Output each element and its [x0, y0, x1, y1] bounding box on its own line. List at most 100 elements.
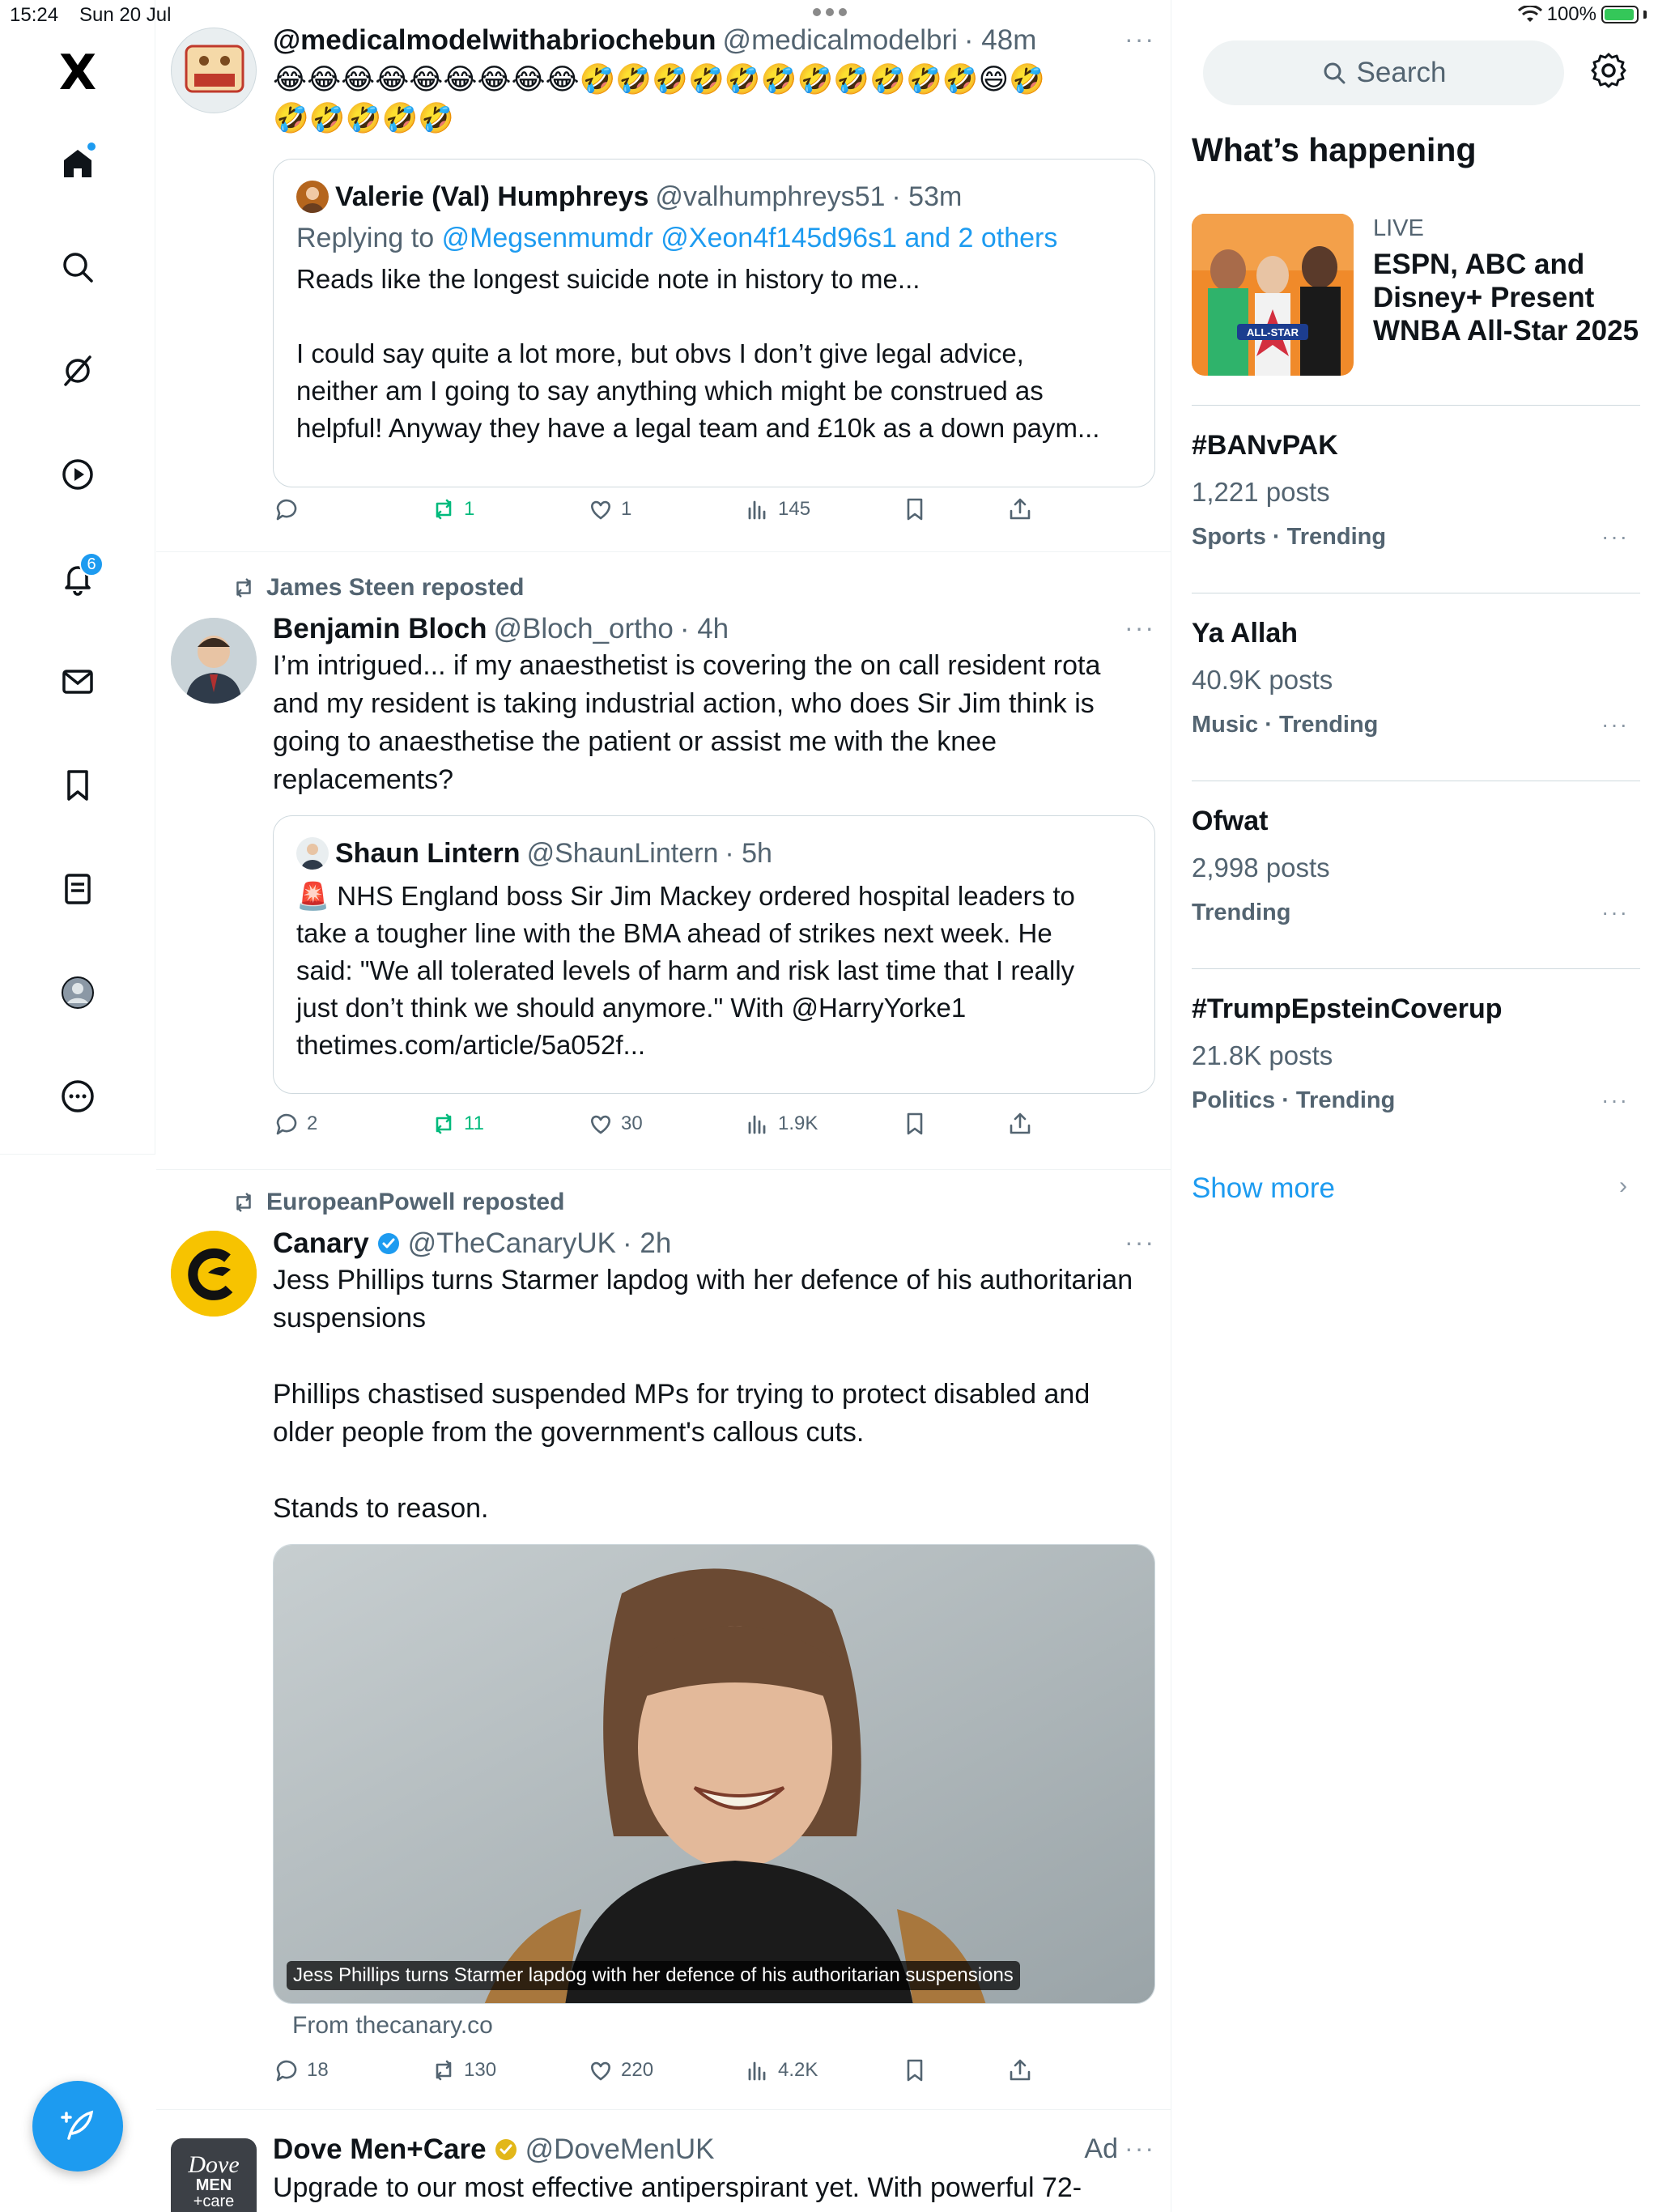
author-handle[interactable]: @DoveMenUK: [525, 2133, 715, 2166]
nav-explore[interactable]: [50, 240, 105, 295]
tweet-time[interactable]: · 2h: [623, 1227, 671, 1260]
nav-home[interactable]: [50, 136, 105, 191]
author-name[interactable]: Benjamin Bloch: [273, 613, 487, 645]
tweet-more-button[interactable]: ···: [1124, 2133, 1155, 2163]
live-label: LIVE: [1373, 215, 1424, 241]
reply-icon: [276, 2060, 297, 2082]
tweet-ad-dove[interactable]: Dove MEN +care Dove Men+Care @DoveMenUK …: [156, 2111, 1171, 2212]
heart-icon: [591, 1115, 610, 1134]
tweet-time[interactable]: · 4h: [680, 613, 729, 645]
tweet-more-button[interactable]: ···: [1124, 24, 1155, 54]
media-caption: Jess Phillips turns Starmer lapdog with …: [287, 1961, 1020, 1990]
tweet-benjamin-bloch[interactable]: James Steen reposted Benjamin Bloch @Blo…: [156, 553, 1171, 1170]
live-event-thumbnail: ALL-STAR: [1192, 214, 1354, 376]
settings-gear-icon[interactable]: [1588, 50, 1629, 91]
nav-lists[interactable]: [50, 861, 105, 917]
share-button[interactable]: [1006, 496, 1034, 523]
author-handle[interactable]: @medicalmodelbri: [723, 24, 958, 57]
trend-name: #TrumpEpsteinCoverup: [1192, 993, 1503, 1024]
like-button[interactable]: 1: [587, 496, 631, 523]
avatar[interactable]: Dove MEN +care: [171, 2138, 257, 2212]
nav-notifications[interactable]: 6: [50, 551, 105, 606]
tweet-actions: 1 1 145: [273, 496, 1090, 528]
reply-button[interactable]: 18: [273, 2057, 329, 2084]
search-input[interactable]: Search: [1203, 40, 1564, 105]
link-source[interactable]: From thecanary.co: [273, 2012, 1155, 2040]
quote-time: · 53m: [891, 181, 963, 212]
trend-name: Ofwat: [1192, 806, 1269, 836]
author-name[interactable]: Dove Men+Care: [273, 2133, 487, 2166]
views-icon: [748, 500, 766, 520]
bookmark-button[interactable]: [901, 1110, 929, 1138]
reply-button[interactable]: 2: [273, 1110, 317, 1138]
reply-icon: [276, 499, 297, 521]
trend-more-button[interactable]: ···: [1601, 712, 1629, 738]
author-handle[interactable]: @TheCanaryUK: [408, 1227, 616, 1260]
avatar[interactable]: [171, 28, 257, 113]
share-button[interactable]: [1006, 1110, 1034, 1138]
share-icon: [1010, 498, 1031, 520]
trend-more-button[interactable]: ···: [1601, 1087, 1629, 1113]
tweet-medicalmodel[interactable]: @medicalmodelwithabriochebun @medicalmod…: [156, 0, 1171, 552]
bookmark-button[interactable]: [901, 496, 929, 523]
trend-more-button[interactable]: ···: [1601, 900, 1629, 925]
social-context[interactable]: EuropeanPowell reposted: [231, 1189, 564, 1216]
avatar[interactable]: [171, 1231, 257, 1317]
trend-post-count: 2,998 posts: [1192, 853, 1330, 883]
left-navigation: X 6: [0, 0, 155, 1155]
reply-button[interactable]: [273, 496, 307, 523]
avatar[interactable]: [171, 618, 257, 704]
views-button[interactable]: 4.2K: [744, 2057, 818, 2084]
tweet-media-image[interactable]: Jess Phillips turns Starmer lapdog with …: [273, 1544, 1155, 2004]
quote-author-name: Shaun Lintern: [335, 837, 521, 869]
nav-more[interactable]: [50, 1069, 105, 1124]
heart-icon: [591, 2061, 610, 2081]
nav-profile[interactable]: [50, 965, 105, 1020]
share-icon: [1010, 2059, 1031, 2081]
social-context[interactable]: James Steen reposted: [231, 574, 524, 602]
bookmark-icon: [67, 770, 88, 801]
compose-button[interactable]: [32, 2081, 123, 2172]
live-event-card[interactable]: ALL-STAR LIVE ESPN, ABC and Disney+ Pres…: [1192, 214, 1645, 376]
author-name[interactable]: @medicalmodelwithabriochebun: [273, 24, 716, 57]
quote-tweet[interactable]: Valerie (Val) Humphreys @valhumphreys51 …: [273, 159, 1155, 487]
tweet-text: Upgrade to our most effective antiperspi…: [273, 2172, 1082, 2203]
repost-button[interactable]: 11: [430, 1110, 484, 1138]
trend-item[interactable]: #TrumpEpsteinCoverup 21.8K posts Politic…: [1192, 968, 1640, 1156]
nav-grok[interactable]: [50, 343, 105, 398]
trend-item[interactable]: #BANvPAK 1,221 posts Sports · Trending ·…: [1192, 405, 1640, 593]
x-logo[interactable]: X: [50, 45, 105, 100]
trend-post-count: 40.9K posts: [1192, 665, 1333, 695]
trend-item[interactable]: Ofwat 2,998 posts Trending ···: [1192, 781, 1640, 968]
like-button[interactable]: 220: [587, 2057, 653, 2084]
tweet-text: Jess Phillips turns Starmer lapdog with …: [273, 1265, 1133, 1524]
replying-to-mentions[interactable]: @Megsenmumdr @Xeon4f145d96s1 and 2 other…: [442, 223, 1058, 253]
repost-button[interactable]: 1: [430, 496, 474, 523]
tweet-time[interactable]: · 48m: [964, 24, 1036, 57]
quote-avatar: [296, 837, 329, 870]
trend-item[interactable]: Ya Allah 40.9K posts Music · Trending ··…: [1192, 593, 1640, 781]
trend-more-button[interactable]: ···: [1601, 524, 1629, 550]
replying-to: Replying to @Megsenmumdr @Xeon4f145d96s1…: [296, 223, 1058, 253]
tweet-more-button[interactable]: ···: [1124, 1227, 1155, 1257]
nav-bookmarks[interactable]: [50, 758, 105, 813]
ad-label: Ad: [1084, 2133, 1118, 2164]
bookmark-button[interactable]: [901, 2057, 929, 2084]
trend-post-count: 21.8K posts: [1192, 1040, 1333, 1070]
home-timeline: @medicalmodelwithabriochebun @medicalmod…: [156, 0, 1171, 2212]
nav-video[interactable]: [50, 447, 105, 502]
tweet-canary[interactable]: EuropeanPowell reposted Canary @TheCanar…: [156, 1171, 1171, 2110]
share-button[interactable]: [1006, 2057, 1034, 2084]
quote-tweet[interactable]: Shaun Lintern @ShaunLintern · 5h 🚨 NHS E…: [273, 815, 1155, 1094]
views-icon: [748, 1115, 766, 1134]
repost-button[interactable]: 130: [430, 2057, 496, 2084]
views-button[interactable]: 1.9K: [744, 1110, 818, 1138]
show-more-link[interactable]: Show more: [1192, 1172, 1335, 1205]
trend-context: Politics · Trending: [1192, 1087, 1396, 1113]
author-handle[interactable]: @Bloch_ortho: [493, 613, 673, 645]
views-button[interactable]: 145: [744, 496, 810, 523]
author-name[interactable]: Canary: [273, 1227, 369, 1260]
like-button[interactable]: 30: [587, 1110, 643, 1138]
nav-messages[interactable]: [50, 654, 105, 709]
tweet-more-button[interactable]: ···: [1124, 613, 1155, 643]
